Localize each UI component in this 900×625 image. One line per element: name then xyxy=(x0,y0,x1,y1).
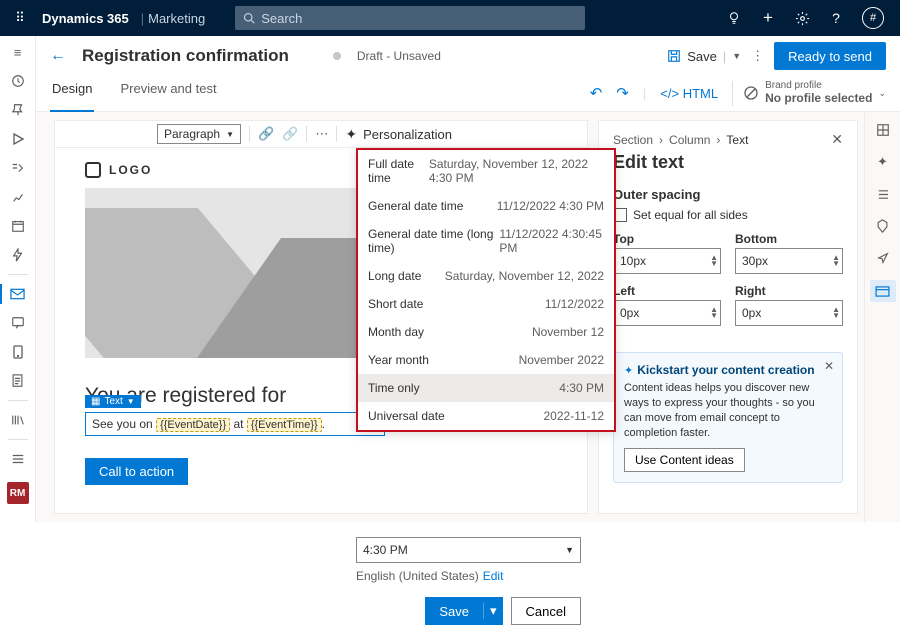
brand-name[interactable]: Dynamics 365 xyxy=(34,11,137,26)
undo-icon[interactable]: ↶ xyxy=(590,84,603,102)
date-option[interactable]: Long dateSaturday, November 12, 2022 xyxy=(358,262,614,290)
hamburger-icon[interactable]: ≡ xyxy=(8,42,28,62)
cancel-format-button[interactable]: Cancel xyxy=(511,597,581,625)
more-options-icon[interactable] xyxy=(8,449,28,469)
date-option[interactable]: General date time (long time)11/12/2022 … xyxy=(358,220,614,262)
properties-panel: Section› Column› Text ✕ Edit text Outer … xyxy=(598,120,858,514)
pin-icon[interactable] xyxy=(8,100,28,120)
link-icon[interactable]: 🔗 xyxy=(258,126,274,142)
use-content-ideas-button[interactable]: Use Content ideas xyxy=(624,448,745,472)
date-option[interactable]: Full date timeSaturday, November 12, 202… xyxy=(358,150,614,192)
lightbulb-icon[interactable] xyxy=(726,10,742,26)
token-event-time[interactable]: {{EventTime}} xyxy=(247,418,322,432)
analytics-icon[interactable] xyxy=(8,187,28,207)
forms-icon[interactable] xyxy=(8,371,28,391)
top-input[interactable]: 10px▲▼ xyxy=(613,248,721,274)
save-button[interactable]: Save |▼ xyxy=(667,49,741,64)
logo-text: LOGO xyxy=(109,163,152,177)
date-option[interactable]: Short date11/12/2022 xyxy=(358,290,614,318)
paragraph-dropdown[interactable]: Paragraph▼ xyxy=(157,124,241,144)
logo-icon xyxy=(85,162,101,178)
edit-language-link[interactable]: Edit xyxy=(483,569,504,583)
status-text: Draft - Unsaved xyxy=(357,49,441,63)
tab-row: Design Preview and test ↶ ↷ | </> HTML B… xyxy=(36,76,900,112)
command-bar: ← Registration confirmation Draft - Unsa… xyxy=(36,36,900,76)
save-format-button[interactable]: Save▾ xyxy=(425,597,502,625)
ready-to-send-button[interactable]: Ready to send xyxy=(774,42,886,70)
brand-profile-dropdown[interactable]: Brand profileNo profile selected ⌄ xyxy=(732,81,886,105)
separator xyxy=(8,274,28,275)
settings-icon[interactable] xyxy=(794,10,810,26)
right-input[interactable]: 0px▲▼ xyxy=(735,300,843,326)
section-outer-spacing: Outer spacing xyxy=(613,187,843,202)
play-icon[interactable] xyxy=(8,129,28,149)
separator xyxy=(8,439,28,440)
properties-icon[interactable] xyxy=(870,280,896,302)
separator xyxy=(8,400,28,401)
panel-title: Edit text xyxy=(613,152,843,173)
element-tag[interactable]: ▦Text▼ xyxy=(85,395,141,408)
push-icon[interactable] xyxy=(8,342,28,362)
editor-toolbar: Paragraph▼ 🔗 🔗 ⋯ ✦Personalization xyxy=(54,120,588,148)
help-icon[interactable]: ? xyxy=(828,10,844,26)
close-panel-icon[interactable]: ✕ xyxy=(831,131,843,148)
status-dot xyxy=(333,52,341,60)
unlink-icon[interactable]: 🔗 xyxy=(282,126,298,142)
date-format-input[interactable]: 4:30 PM▼ xyxy=(356,537,581,563)
date-option[interactable]: Month dayNovember 12 xyxy=(358,318,614,346)
tab-design[interactable]: Design xyxy=(50,76,94,112)
token-event-date[interactable]: {{EventDate}} xyxy=(156,418,230,432)
sparkle-icon[interactable]: ✦ xyxy=(873,152,893,172)
redo-icon[interactable]: ↷ xyxy=(616,84,629,102)
save-icon xyxy=(667,49,681,63)
language-row: English (United States)Edit xyxy=(356,569,581,583)
list-icon[interactable] xyxy=(873,184,893,204)
search-input[interactable]: Search xyxy=(235,6,585,30)
date-option[interactable]: Year monthNovember 2022 xyxy=(358,346,614,374)
elements-icon[interactable] xyxy=(873,120,893,140)
text-edit-box[interactable]: ▦Text▼ See you on {{EventDate}} at {{Eve… xyxy=(85,412,385,436)
right-tool-rail: ✦ xyxy=(864,112,900,522)
search-icon xyxy=(243,12,255,24)
back-icon[interactable]: ← xyxy=(50,47,66,65)
close-callout-icon[interactable]: ✕ xyxy=(824,359,834,373)
styles-icon[interactable] xyxy=(873,216,893,236)
date-option-selected[interactable]: Time only4:30 PM xyxy=(358,374,614,402)
overflow-icon[interactable]: ⋮ xyxy=(751,48,764,64)
calendar-icon[interactable] xyxy=(8,216,28,236)
triggers-icon[interactable] xyxy=(8,245,28,265)
html-link[interactable]: </> HTML xyxy=(660,86,718,101)
product-name[interactable]: Marketing xyxy=(148,11,205,26)
left-nav-rail: ≡ RM xyxy=(0,36,36,522)
equal-sides-checkbox[interactable]: Set equal for all sides xyxy=(613,208,843,222)
breadcrumb: Section› Column› Text xyxy=(613,133,748,147)
content-ideas-callout: ✕ ✦Kickstart your content creation Conte… xyxy=(613,352,843,483)
left-input[interactable]: 0px▲▼ xyxy=(613,300,721,326)
target-icon[interactable] xyxy=(873,248,893,268)
clock-icon[interactable] xyxy=(8,71,28,91)
persona-badge[interactable]: RM xyxy=(7,482,29,504)
email-icon[interactable] xyxy=(8,284,28,304)
cta-button[interactable]: Call to action xyxy=(85,458,188,485)
prohibit-icon xyxy=(743,85,759,101)
image-placeholder[interactable] xyxy=(85,188,385,358)
more-icon[interactable]: ⋯ xyxy=(315,126,328,142)
personalization-button[interactable]: ✦Personalization xyxy=(345,126,452,143)
sparkle-icon: ✦ xyxy=(624,365,633,377)
app-launcher-icon[interactable]: ⠿ xyxy=(6,10,34,26)
bottom-input[interactable]: 30px▲▼ xyxy=(735,248,843,274)
journey-icon[interactable] xyxy=(8,158,28,178)
library-icon[interactable] xyxy=(8,410,28,430)
sms-icon[interactable] xyxy=(8,313,28,333)
date-format-menu: Full date timeSaturday, November 12, 202… xyxy=(356,148,616,432)
date-option[interactable]: General date time11/12/2022 4:30 PM xyxy=(358,192,614,220)
page-title: Registration confirmation xyxy=(82,46,289,66)
global-topbar: ⠿ Dynamics 365 | Marketing Search + ? # xyxy=(0,0,900,36)
tab-preview[interactable]: Preview and test xyxy=(118,76,218,112)
add-icon[interactable]: + xyxy=(760,10,776,26)
date-option[interactable]: Universal date2022-11-12 xyxy=(358,402,614,430)
avatar[interactable]: # xyxy=(862,7,884,29)
